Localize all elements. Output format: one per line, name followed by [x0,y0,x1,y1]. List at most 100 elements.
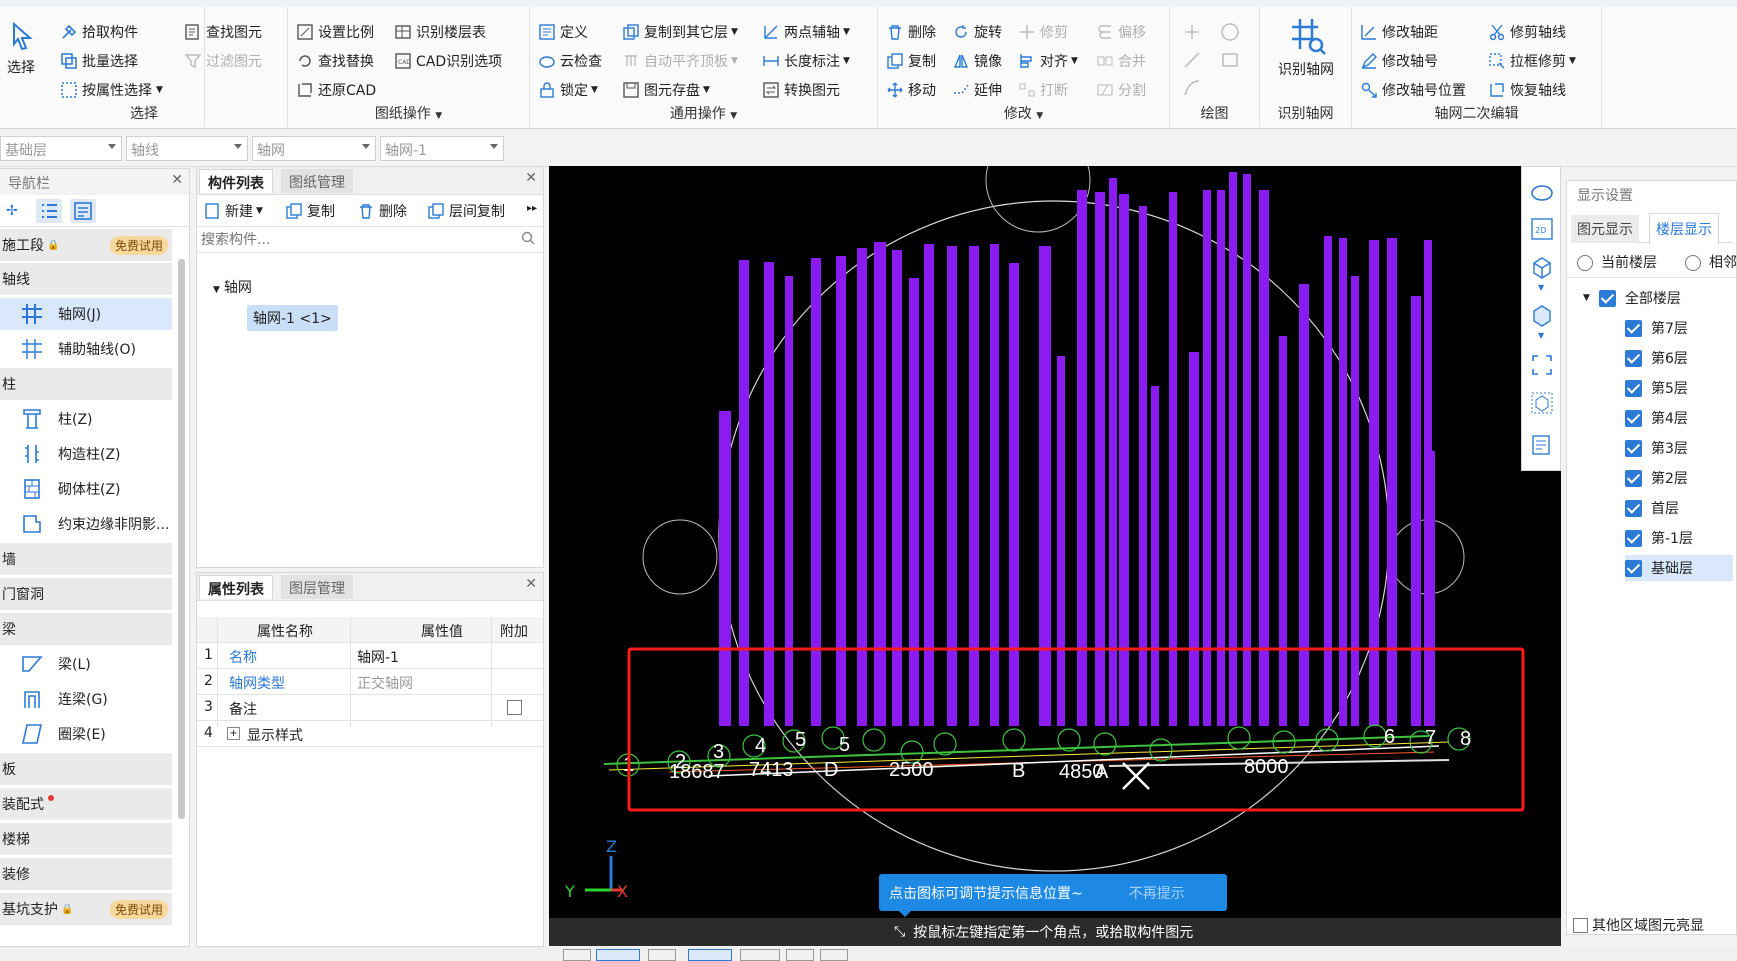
nav-item[interactable]: 圈梁(E) [0,718,172,750]
checkbox-icon[interactable] [507,700,522,715]
floor-checkbox[interactable]: 首层 [1625,495,1679,521]
filter-element-button[interactable]: 过滤图元 [184,49,262,73]
floor-select[interactable]: 基础层 [0,136,122,161]
search-input[interactable] [197,227,517,252]
tab-element-display[interactable]: 图元显示 [1571,215,1639,243]
chevron-down-icon[interactable]: ▼ [1538,283,1544,292]
tab-layer-management[interactable]: 图层管理 [281,575,353,599]
canvas-viewport[interactable]: 1 2 3 4 5 6 7 8 D B A 8000 7413 4850 2500 5 18687 Z Y X [549,166,1561,946]
delete-component-button[interactable]: 删除 [357,199,407,223]
bottom-tool-button[interactable] [596,949,640,961]
set-scale-button[interactable]: 设置比例 [296,20,374,44]
box-select-3d-icon[interactable] [1530,391,1554,415]
tree-item-axis-grid-1[interactable]: 轴网-1 <1> [247,305,338,331]
nav-category[interactable]: 轴线 [0,263,172,295]
box-trim-button[interactable]: 拉框修剪 ▼ [1488,49,1576,73]
delete-button[interactable]: 删除 [886,20,936,44]
nav-item[interactable]: 砌体柱(Z) [0,473,172,505]
view-2d-icon[interactable]: 2D [1530,217,1554,241]
detail-view-icon[interactable] [70,199,96,223]
copy-to-other-floor-button[interactable]: 复制到其它层 ▼ [622,20,738,44]
bottom-tool-button[interactable] [648,949,676,961]
orbit-icon[interactable] [1530,181,1554,205]
new-button[interactable]: 新建 ▼ [203,199,263,223]
restore-cad-button[interactable]: 还原CAD [296,78,376,102]
two-point-aux-axis-button[interactable]: 两点辅轴 ▼ [762,20,850,44]
nav-category[interactable]: 装配式 [0,788,172,820]
convert-element-button[interactable]: 转换图元 [762,78,840,102]
modify-axis-number-button[interactable]: 修改轴号 [1360,49,1438,73]
identify-axis-button[interactable]: 识别轴网 [1266,15,1346,79]
floor-checkbox[interactable]: 第7层 [1625,315,1688,341]
define-button[interactable]: 定义 [538,20,588,44]
category-select[interactable]: 轴线 [126,136,248,161]
nav-item[interactable]: 连梁(G) [0,683,172,715]
floor-checkbox[interactable]: 第6层 [1625,345,1688,371]
floor-checkbox[interactable]: 第3层 [1625,435,1688,461]
chevron-down-icon[interactable]: ▼ [1538,331,1544,340]
floor-checkbox[interactable]: 第4层 [1625,405,1688,431]
cube-view-icon[interactable] [1530,303,1554,327]
nav-item[interactable]: 梁(L) [0,648,172,680]
nav-scrollbar[interactable] [178,259,185,819]
nav-category[interactable]: 楼梯 [0,823,172,855]
restore-axis-button[interactable]: 恢复轴线 [1488,78,1566,102]
more-icon[interactable]: ▸▸ [527,203,537,214]
floor-checkbox[interactable]: 基础层 [1625,555,1733,581]
nav-item[interactable]: 约束边缘非阴影... [0,508,172,540]
select-by-attribute-button[interactable]: 按属性选择 ▼ [60,78,163,102]
nav-item[interactable]: 构造柱(Z) [0,438,172,470]
tab-component-list[interactable]: 构件列表 [199,169,273,193]
extend-button[interactable]: 延伸 [952,78,1002,102]
bottom-tool-button[interactable] [786,949,814,961]
bottom-tool-button[interactable] [688,949,732,961]
nav-item[interactable]: 轴网(J) [0,298,172,330]
floor-checkbox[interactable]: 第2层 [1625,465,1688,491]
current-floor-radio[interactable]: 当前楼层 [1577,252,1657,272]
cloud-check-button[interactable]: 云检查 [538,49,602,73]
nav-item[interactable]: 辅助轴线(O) [0,333,172,365]
rotate-button[interactable]: 旋转 [952,20,1002,44]
nav-item[interactable]: 柱(Z) [0,403,172,435]
move-button[interactable]: 移动 [886,78,936,102]
dont-show-again-link[interactable]: 不再提示 [1129,883,1185,903]
free-trial-badge[interactable]: 免费试用 [109,900,168,919]
close-icon[interactable]: ✕ [525,170,537,186]
nav-category[interactable]: 施工段 🔒 免费试用 [0,229,172,261]
close-icon[interactable]: ✕ [525,576,537,592]
batch-select-button[interactable]: 批量选择 [60,49,138,73]
find-element-button[interactable]: 查找图元 [184,20,262,44]
pick-component-button[interactable]: 拾取构件 [60,20,138,44]
trim-button[interactable]: 修剪 [1018,20,1068,44]
other-area-highlight-checkbox[interactable]: 其他区域图元亮显 [1573,915,1704,935]
nav-category[interactable]: 墙 [0,543,172,575]
close-icon[interactable]: ✕ [171,172,183,188]
tree-root[interactable]: ▼ 轴网 [213,277,252,297]
expand-icon[interactable]: + [227,727,240,740]
bottom-tool-button[interactable] [740,949,780,961]
identify-floor-table-button[interactable]: 识别楼层表 [394,20,486,44]
length-dimension-button[interactable]: 长度标注 ▼ [762,49,850,73]
split-button[interactable]: 分割 [1096,78,1146,102]
all-floors-checkbox[interactable]: ▼ 全部楼层 [1583,285,1681,311]
auto-align-slab-button[interactable]: 自动平齐顶板 ▼ [622,49,738,73]
bottom-tool-button[interactable] [820,949,848,961]
select-button[interactable]: 选择 [6,21,36,77]
list-view-icon[interactable] [36,199,62,223]
related-floor-radio[interactable]: 相邻 [1685,252,1737,272]
fullscreen-icon[interactable] [1530,353,1554,377]
merge-button[interactable]: 合并 [1096,49,1146,73]
copy-component-button[interactable]: 复制 [285,199,335,223]
pin-icon[interactable]: ✢ [6,203,18,219]
tab-property-list[interactable]: 属性列表 [199,575,273,599]
view-3d-icon[interactable] [1530,255,1554,279]
modify-axis-number-position-button[interactable]: 修改轴号位置 [1360,78,1466,102]
search-icon[interactable] [521,231,535,249]
property-value[interactable]: 正交轴网 [357,673,413,693]
break-button[interactable]: 打断 [1018,78,1068,102]
layer-settings-icon[interactable] [1530,433,1554,457]
nav-category[interactable]: 基坑支护 🔒 免费试用 [0,893,172,925]
component-select[interactable]: 轴网-1 [380,136,504,161]
offset-button[interactable]: 偏移 [1096,20,1146,44]
cad-options-button[interactable]: CAD CAD识别选项 [394,49,502,73]
